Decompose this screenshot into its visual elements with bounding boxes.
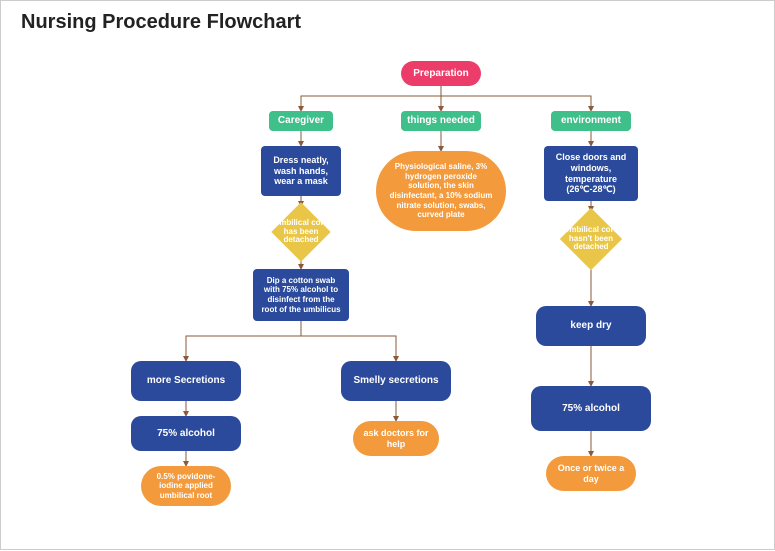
node-supplies: Physiological saline, 3% hydrogen peroxi… (376, 151, 506, 231)
node-decision-not-detached: Umbilical cord hasn't been detached (559, 209, 623, 269)
node-alcohol-left: 75% alcohol (131, 416, 241, 451)
flowchart-canvas: Preparation Caregiver things needed envi… (1, 1, 775, 551)
page-title: Nursing Procedure Flowchart (21, 11, 301, 34)
node-ask-doctors: ask doctors for help (353, 421, 439, 456)
node-smelly-secretions: Smelly secretions (341, 361, 451, 401)
node-more-secretions: more Secretions (131, 361, 241, 401)
node-preparation: Preparation (401, 61, 481, 86)
node-dress: Dress neatly, wash hands, wear a mask (261, 146, 341, 196)
node-dip-swab: Dip a cotton swab with 75% alcohol to di… (253, 269, 349, 321)
node-keep-dry: keep dry (536, 306, 646, 346)
node-things-needed: things needed (401, 111, 481, 131)
node-alcohol-right: 75% alcohol (531, 386, 651, 431)
node-decision-detached: Umbilical cord has been detached (269, 203, 333, 261)
node-iodine: 0.5% povidone-iodine applied umbilical r… (141, 466, 231, 506)
node-environment: environment (551, 111, 631, 131)
connector-lines (1, 1, 775, 551)
node-caregiver: Caregiver (269, 111, 333, 131)
node-once-twice: Once or twice a day (546, 456, 636, 491)
node-close-doors: Close doors and windows, temperature (26… (544, 146, 638, 201)
